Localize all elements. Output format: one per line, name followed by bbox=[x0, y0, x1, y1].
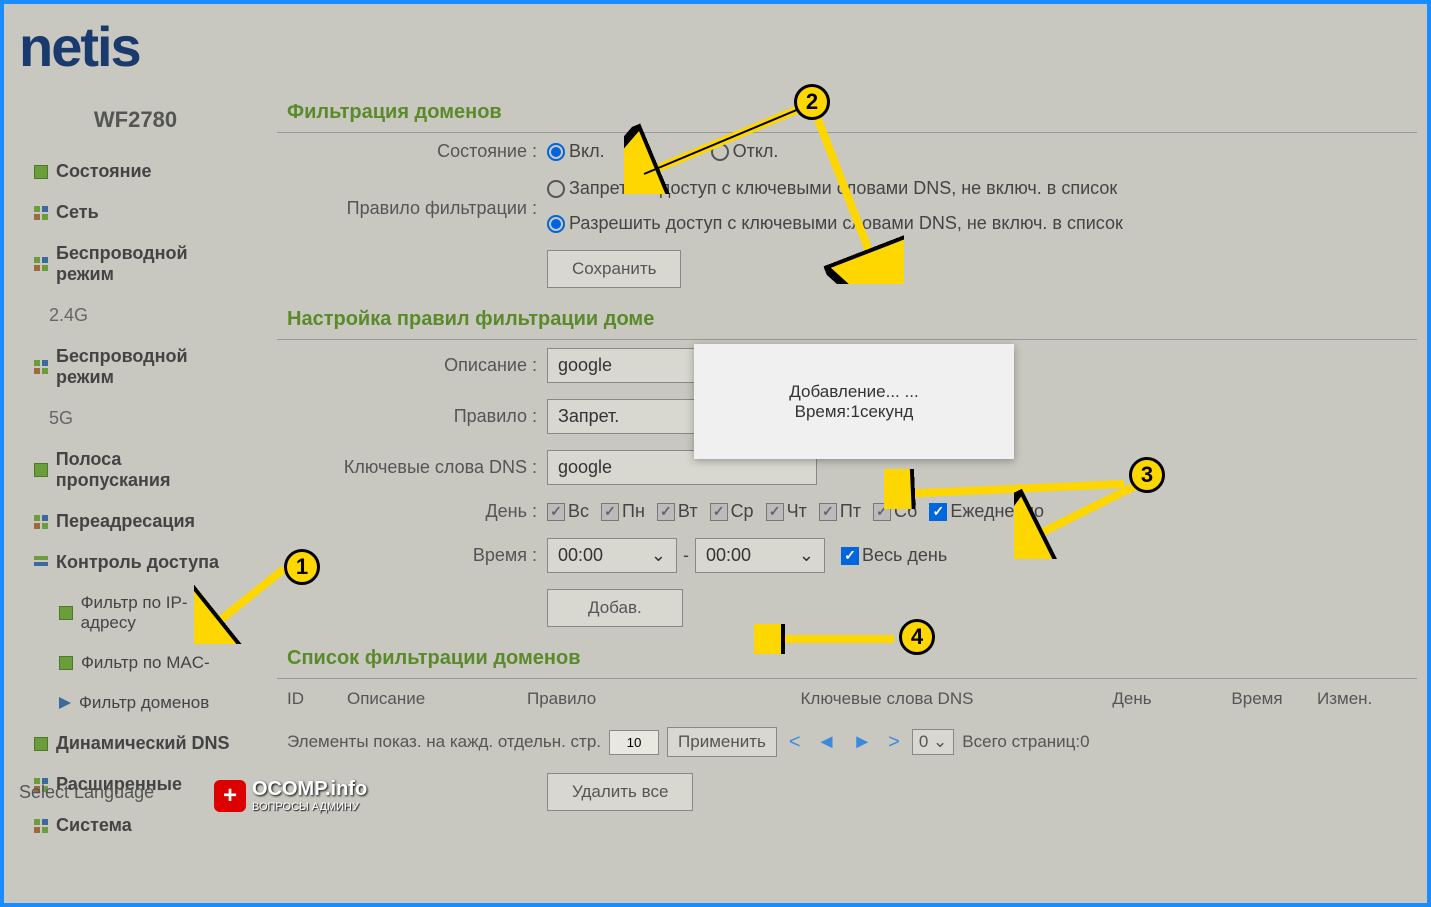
square-icon bbox=[59, 606, 73, 620]
table-header: ID Описание Правило Ключевые слова DNS Д… bbox=[277, 679, 1417, 719]
checkbox-icon bbox=[819, 503, 837, 521]
day-checkbox[interactable]: Вс bbox=[547, 501, 589, 522]
checkbox-checked-icon bbox=[841, 547, 859, 565]
page-next-icon[interactable]: ► bbox=[848, 731, 876, 754]
square-icon bbox=[59, 656, 73, 670]
page-prev-icon[interactable]: ◄ bbox=[813, 731, 841, 754]
rule-setup-title: Настройка правил фильтрации доме bbox=[277, 296, 1417, 340]
radio-checked-icon bbox=[547, 143, 565, 161]
square-icon bbox=[34, 165, 48, 179]
save-button[interactable]: Сохранить bbox=[547, 250, 681, 288]
callout-3: 3 bbox=[1129, 457, 1165, 493]
arrow-annotation bbox=[624, 104, 814, 194]
brand-logo: netis bbox=[4, 4, 1427, 89]
square-icon bbox=[34, 737, 48, 751]
per-page-input[interactable] bbox=[609, 730, 659, 755]
sidebar-item-wireless-24g[interactable]: Беспроводной режим bbox=[4, 233, 267, 295]
square-icon bbox=[34, 463, 48, 477]
day-label: День : bbox=[277, 501, 547, 522]
sidebar-item-5g-sub[interactable]: 5G bbox=[4, 398, 267, 439]
arrow-right-icon bbox=[59, 697, 71, 709]
radio-icon bbox=[547, 180, 565, 198]
apply-button[interactable]: Применить bbox=[667, 727, 777, 757]
sidebar-item-ddns[interactable]: Динамический DNS bbox=[4, 723, 267, 764]
sidebar-item-forwarding[interactable]: Переадресация bbox=[4, 501, 267, 542]
total-pages-label: Всего страниц:0 bbox=[962, 732, 1089, 752]
grid-icon bbox=[34, 360, 48, 374]
checkbox-icon bbox=[710, 503, 728, 521]
callout-4: 4 bbox=[899, 619, 935, 655]
checkbox-icon bbox=[766, 503, 784, 521]
sidebar-item-mac-filter[interactable]: Фильтр по MAC- bbox=[4, 643, 267, 683]
bars-icon bbox=[34, 556, 48, 570]
sidebar: WF2780 Состояние Сеть Беспроводной режим… bbox=[4, 89, 267, 898]
checkbox-icon bbox=[601, 503, 619, 521]
callout-2: 2 bbox=[794, 84, 830, 120]
time-from-select[interactable]: 00:00⌄ bbox=[547, 538, 677, 573]
day-checkbox[interactable]: Вт bbox=[657, 501, 698, 522]
delete-all-button[interactable]: Удалить все bbox=[547, 773, 693, 811]
page-last-icon[interactable]: > bbox=[884, 731, 904, 754]
watermark: + OCOMP.info ВОПРОСЫ АДМИНУ bbox=[214, 778, 367, 813]
callout-1: 1 bbox=[284, 549, 320, 585]
dns-label: Ключевые слова DNS : bbox=[277, 457, 547, 478]
sidebar-item-domain-filter[interactable]: Фильтр доменов bbox=[4, 683, 267, 723]
grid-icon bbox=[34, 206, 48, 220]
add-button[interactable]: Добав. bbox=[547, 589, 683, 627]
day-checkbox[interactable]: Пн bbox=[601, 501, 645, 522]
time-to-select[interactable]: 00:00⌄ bbox=[695, 538, 825, 573]
sidebar-item-status[interactable]: Состояние bbox=[4, 151, 267, 192]
day-checkbox[interactable]: Ср bbox=[710, 501, 754, 522]
model-label: WF2780 bbox=[4, 89, 267, 151]
sidebar-item-bandwidth[interactable]: Полоса пропускания bbox=[4, 439, 267, 501]
checkbox-icon bbox=[547, 503, 565, 521]
grid-icon bbox=[34, 819, 48, 833]
checkbox-icon bbox=[657, 503, 675, 521]
sidebar-item-wireless-5g[interactable]: Беспроводной режим bbox=[4, 336, 267, 398]
day-checkbox[interactable]: Пт bbox=[819, 501, 861, 522]
grid-icon bbox=[34, 257, 48, 271]
radio-checked-icon bbox=[547, 215, 565, 233]
sidebar-item-24g-sub[interactable]: 2.4G bbox=[4, 295, 267, 336]
all-day-checkbox[interactable]: Весь день bbox=[841, 545, 947, 566]
rule-label: Правило : bbox=[277, 406, 547, 427]
state-label: Состояние : bbox=[277, 141, 547, 162]
per-page-label: Элементы показ. на кажд. отдельн. стр. bbox=[287, 732, 601, 752]
language-selector[interactable]: Select Language bbox=[19, 782, 154, 803]
page-first-icon[interactable]: < bbox=[785, 731, 805, 754]
arrow-annotation bbox=[754, 624, 904, 654]
sidebar-item-network[interactable]: Сеть bbox=[4, 192, 267, 233]
desc-label: Описание : bbox=[277, 355, 547, 376]
arrow-annotation bbox=[194, 564, 294, 644]
page-select[interactable]: 0 ⌄ bbox=[912, 729, 954, 755]
arrow-annotation bbox=[804, 104, 904, 284]
filter-rule-label: Правило фильтрации : bbox=[277, 178, 547, 219]
adding-popup: Добавление... ... Время:1секунд bbox=[694, 344, 1014, 459]
arrow-annotation bbox=[1014, 479, 1154, 559]
state-on-radio[interactable]: Вкл. bbox=[547, 141, 605, 162]
day-checkbox[interactable]: Чт bbox=[766, 501, 807, 522]
plus-icon: + bbox=[214, 780, 246, 812]
grid-icon bbox=[34, 515, 48, 529]
